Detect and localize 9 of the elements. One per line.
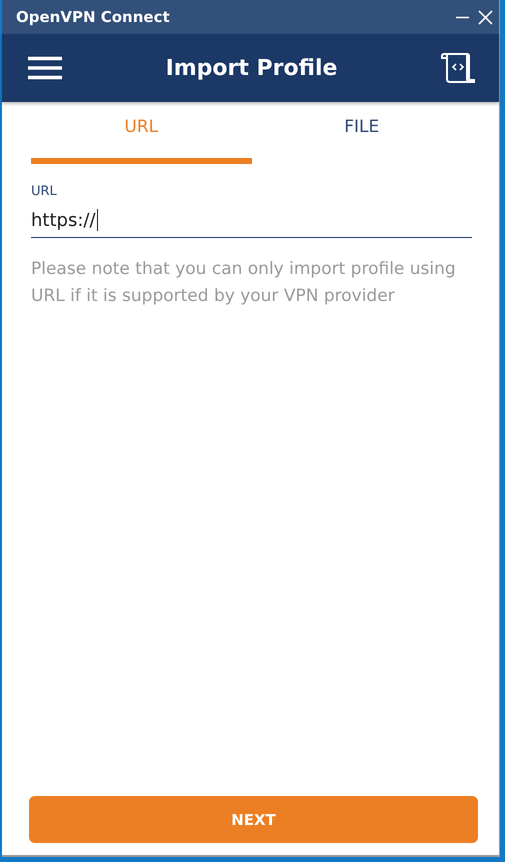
tab[interactable]: FILE	[252, 102, 472, 164]
page-title: Import Profile	[166, 56, 338, 80]
field-label: URL	[31, 184, 58, 201]
close-icon[interactable]	[478, 10, 493, 24]
url-input-field[interactable]: https://	[31, 203, 472, 238]
window-title: OpenVPN Connect	[16, 8, 171, 26]
menu-icon[interactable]	[28, 56, 62, 80]
help-text: Please note that you can only import profile using URL if it is supported by your VPN provider	[31, 258, 457, 308]
scroll-icon[interactable]	[440, 53, 475, 83]
